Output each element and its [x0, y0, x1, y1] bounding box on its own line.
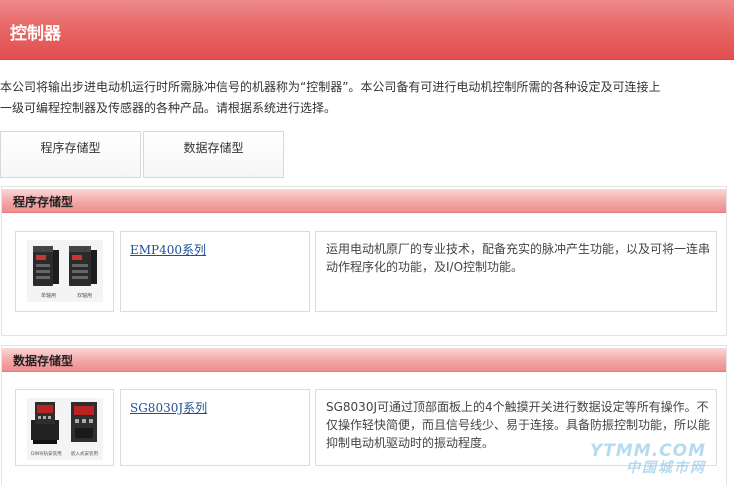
product-description-card: 运用电动机原厂的专业技术，配备充实的脉冲产生功能，以及可将一连串动作程序化的功能… — [315, 231, 717, 312]
intro-line-2: 一级可编程控制器及传感器的各种产品。请根据系统进行选择。 — [0, 101, 337, 115]
tab-data-storage[interactable]: 数据存储型 — [143, 131, 284, 178]
section-program-storage: 程序存储型 单轴用 双轴用 EMP400系列 运用电动机原厂的专业技术，配备充实… — [1, 186, 727, 336]
site-watermark: YTMM.COM 中国城市网 — [590, 443, 706, 477]
watermark-line-2: 中国城市网 — [626, 460, 706, 476]
tab-program-storage[interactable]: 程序存储型 — [0, 131, 141, 178]
section-header: 数据存储型 — [2, 348, 726, 372]
section-title: 程序存储型 — [13, 195, 74, 209]
image-caption-1: DIN导轨安装用 — [31, 450, 62, 457]
product-link-emp400[interactable]: EMP400系列 — [130, 241, 206, 258]
intro-line-1: 本公司将输出步进电动机运行时所需脉冲信号的机器称为“控制器”。本公司备有可进行电… — [0, 80, 661, 94]
product-image-card[interactable]: 单轴用 双轴用 — [15, 231, 114, 312]
image-caption-2: 双轴用 — [77, 292, 92, 299]
page-title: 控制器 — [10, 24, 61, 44]
section-header: 程序存储型 — [2, 189, 726, 213]
section-title: 数据存储型 — [13, 354, 74, 368]
image-caption-1: 单轴用 — [41, 292, 56, 299]
emp400-product-image[interactable]: 单轴用 双轴用 — [27, 240, 103, 302]
watermark-line-1: YTMM.COM — [589, 441, 706, 461]
page-header: 控制器 — [0, 0, 734, 60]
product-name-card: SG8030J系列 — [120, 389, 310, 466]
intro-text: 本公司将输出步进电动机运行时所需脉冲信号的机器称为“控制器”。本公司备有可进行电… — [0, 77, 732, 119]
product-link-sg8030j[interactable]: SG8030J系列 — [130, 399, 207, 416]
product-image-card[interactable]: DIN导轨安装用 嵌入式安装用 — [15, 389, 114, 466]
product-name-card: EMP400系列 — [120, 231, 310, 312]
sg8030j-product-image[interactable]: DIN导轨安装用 嵌入式安装用 — [27, 398, 103, 460]
image-caption-2: 嵌入式安装用 — [71, 450, 98, 457]
product-description: 运用电动机原厂的专业技术，配备充实的脉冲产生功能，以及可将一连串动作程序化的功能… — [326, 242, 711, 274]
